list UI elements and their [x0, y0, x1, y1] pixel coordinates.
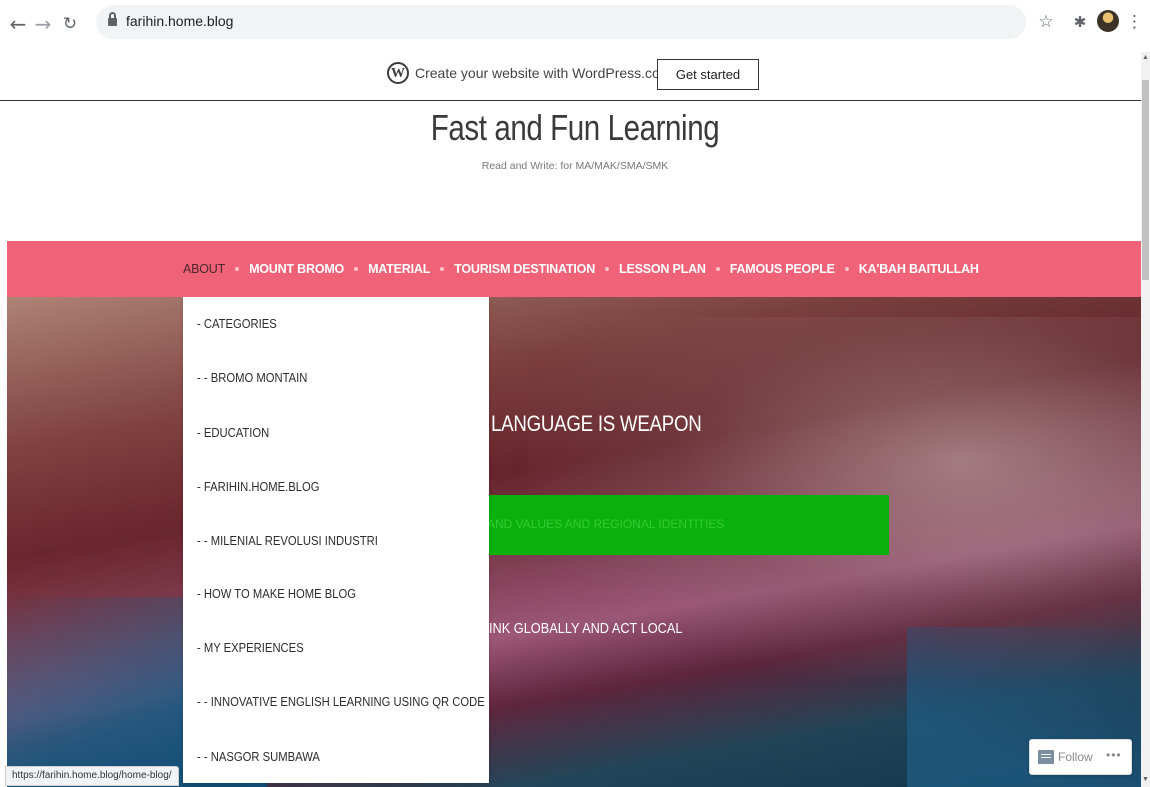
address-bar[interactable]: farihin.home.blog: [96, 5, 1026, 39]
dropdown-item[interactable]: - EDUCATION: [197, 426, 269, 440]
site-tagline: Read and Write: for MA/MAK/SMA/SMK: [481, 160, 669, 172]
page-scrollbar[interactable]: ▲ ▼: [1141, 52, 1150, 787]
hero-subtext: INK GLOBALLY AND ACT LOCAL: [489, 620, 683, 637]
dropdown-item[interactable]: - - NASGOR SUMBAWA: [197, 750, 320, 764]
hero-cta-button[interactable]: AND VALUES AND REGIONAL IDENTITIES: [487, 495, 889, 555]
hero-image: LANGUAGE IS WEAPON AND VALUES AND REGION…: [7, 297, 1141, 787]
avatar[interactable]: [1097, 10, 1119, 32]
menu-separator: [235, 267, 240, 271]
dropdown-item[interactable]: - MY EXPERIENCES: [197, 641, 304, 655]
menu-separator: [354, 267, 359, 271]
menu-item-kabah-baitullah[interactable]: KA'BAH BAITULLAH: [859, 262, 979, 276]
scroll-up-arrow-icon[interactable]: ▲: [1142, 54, 1149, 61]
get-started-button[interactable]: Get started: [657, 59, 759, 90]
menu-item-mount-bromo[interactable]: MOUNT BROMO: [249, 262, 344, 276]
dropdown-item[interactable]: - - INNOVATIVE ENGLISH LEARNING USING QR…: [197, 695, 485, 709]
reader-follow-icon: [1038, 750, 1054, 764]
menu-separator: [440, 267, 445, 271]
menu-item-material[interactable]: MATERIAL: [368, 262, 430, 276]
kebab-menu-icon[interactable]: ⋮: [1126, 10, 1143, 34]
menu-list: ABOUT MOUNT BROMO MATERIAL TOURISM DESTI…: [183, 241, 979, 297]
hero-cta-label: AND VALUES AND REGIONAL IDENTITIES: [487, 517, 725, 531]
dropdown-item[interactable]: - CATEGORIES: [197, 317, 277, 331]
menu-item-famous-people[interactable]: FAMOUS PEOPLE: [730, 262, 835, 276]
dropdown-item[interactable]: - HOW TO MAKE HOME BLOG: [197, 587, 356, 601]
site-title[interactable]: Fast and Fun Learning: [104, 107, 1047, 149]
menu-separator: [844, 267, 849, 271]
scroll-down-arrow-icon[interactable]: ▼: [1142, 776, 1149, 783]
dropdown-item[interactable]: - - MILENIAL REVOLUSI INDUSTRI: [197, 534, 378, 548]
dropdown-item[interactable]: - - BROMO MONTAIN: [197, 371, 307, 385]
menu-item-tourism-destination[interactable]: TOURISM DESTINATION: [454, 262, 595, 276]
back-arrow-icon[interactable]: ←: [7, 13, 29, 35]
menu-item-lesson-plan[interactable]: LESSON PLAN: [619, 262, 706, 276]
menu-separator: [605, 267, 610, 271]
more-options-icon[interactable]: •••: [1106, 748, 1122, 762]
wordpress-banner-text[interactable]: Create your website with WordPress.com: [415, 65, 672, 81]
about-dropdown-menu: - CATEGORIES - - BROMO MONTAIN - EDUCATI…: [183, 297, 489, 783]
wordpress-banner: W Create your website with WordPress.com…: [0, 52, 1150, 101]
follow-widget[interactable]: Follow •••: [1029, 739, 1132, 775]
url-text: farihin.home.blog: [126, 13, 234, 29]
browser-toolbar: ← → ↻ farihin.home.blog ☆ ✱ ⋮: [0, 0, 1150, 52]
puzzle-icon[interactable]: ✱: [1070, 10, 1090, 34]
scrollbar-thumb[interactable]: [1142, 80, 1149, 280]
menu-item-about[interactable]: ABOUT: [183, 262, 225, 276]
lock-icon: [108, 12, 117, 27]
dropdown-item[interactable]: - FARIHIN.HOME.BLOG: [197, 480, 320, 494]
star-icon[interactable]: ☆: [1036, 10, 1056, 34]
primary-menu: ABOUT MOUNT BROMO MATERIAL TOURISM DESTI…: [7, 241, 1141, 297]
wordpress-logo-icon[interactable]: W: [387, 62, 409, 84]
link-status-bar: https://farihin.home.blog/home-blog/: [5, 766, 179, 786]
follow-button[interactable]: Follow: [1058, 750, 1093, 764]
hero-heading: LANGUAGE IS WEAPON: [491, 411, 702, 436]
menu-separator: [715, 267, 720, 271]
forward-arrow-icon[interactable]: →: [32, 13, 54, 35]
reload-icon[interactable]: ↻: [59, 13, 81, 35]
